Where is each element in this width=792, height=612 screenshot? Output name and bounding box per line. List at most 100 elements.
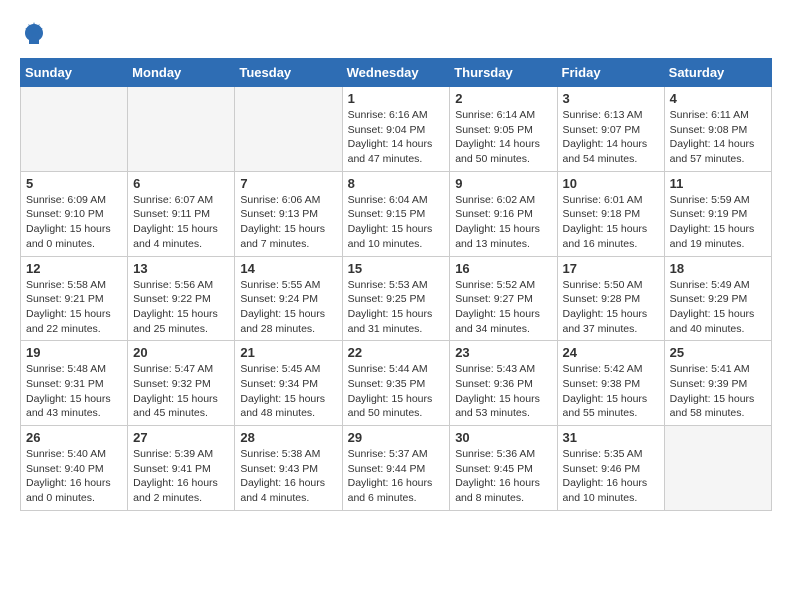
day-info: Sunrise: 5:37 AMSunset: 9:44 PMDaylight:… xyxy=(348,447,445,506)
day-cell-21: 21 Sunrise: 5:45 AMSunset: 9:34 PMDayligh… xyxy=(235,341,342,426)
week-row-2: 5 Sunrise: 6:09 AMSunset: 9:10 PMDaylight… xyxy=(21,171,772,256)
day-number: 6 xyxy=(133,176,229,191)
logo-icon xyxy=(20,20,48,48)
day-number: 17 xyxy=(563,261,659,276)
day-cell-24: 24 Sunrise: 5:42 AMSunset: 9:38 PMDayligh… xyxy=(557,341,664,426)
day-info: Sunrise: 6:16 AMSunset: 9:04 PMDaylight:… xyxy=(348,108,445,167)
day-info: Sunrise: 6:01 AMSunset: 9:18 PMDaylight:… xyxy=(563,193,659,252)
week-row-5: 26Sunrise: 5:40 AMSunset: 9:40 PMDayligh… xyxy=(21,426,772,511)
day-number: 19 xyxy=(26,345,122,360)
day-info: Sunrise: 5:43 AMSunset: 9:36 PMDaylight:… xyxy=(455,362,551,421)
day-cell-28: 28 Sunrise: 5:38 AMSunset: 9:43 PMDayligh… xyxy=(235,426,342,511)
day-info: Sunrise: 5:58 AMSunset: 9:21 PMDaylight:… xyxy=(26,278,122,337)
day-info: Sunrise: 5:49 AMSunset: 9:29 PMDaylight:… xyxy=(670,278,766,337)
day-number: 4 xyxy=(670,91,766,106)
day-cell-20: 20 Sunrise: 5:47 AMSunset: 9:32 PMDayligh… xyxy=(128,341,235,426)
weekday-header-friday: Friday xyxy=(557,59,664,87)
day-cell-31: 31 Sunrise: 5:35 AMSunset: 9:46 PMDayligh… xyxy=(557,426,664,511)
day-info: Sunrise: 6:06 AMSunset: 9:13 PMDaylight:… xyxy=(240,193,336,252)
day-info: Sunrise: 5:45 AMSunset: 9:34 PMDaylight:… xyxy=(240,362,336,421)
day-cell-14: 14 Sunrise: 5:55 AMSunset: 9:24 PMDayligh… xyxy=(235,256,342,341)
day-number: 18 xyxy=(670,261,766,276)
day-number: 30 xyxy=(455,430,551,445)
day-info: Sunrise: 5:55 AMSunset: 9:24 PMDaylight:… xyxy=(240,278,336,337)
weekday-header-saturday: Saturday xyxy=(664,59,771,87)
day-cell-29: 29 Sunrise: 5:37 AMSunset: 9:44 PMDayligh… xyxy=(342,426,450,511)
day-number: 21 xyxy=(240,345,336,360)
day-cell-5: 5 Sunrise: 6:09 AMSunset: 9:10 PMDaylight… xyxy=(21,171,128,256)
day-info: Sunrise: 5:56 AMSunset: 9:22 PMDaylight:… xyxy=(133,278,229,337)
day-info: Sunrise: 5:52 AMSunset: 9:27 PMDaylight:… xyxy=(455,278,551,337)
day-info: Sunrise: 5:36 AMSunset: 9:45 PMDaylight:… xyxy=(455,447,551,506)
day-info: Sunrise: 5:47 AMSunset: 9:32 PMDaylight:… xyxy=(133,362,229,421)
day-number: 25 xyxy=(670,345,766,360)
week-row-4: 19 Sunrise: 5:48 AMSunset: 9:31 PMDayligh… xyxy=(21,341,772,426)
day-cell-6: 6 Sunrise: 6:07 AMSunset: 9:11 PMDaylight… xyxy=(128,171,235,256)
day-cell-30: 30 Sunrise: 5:36 AMSunset: 9:45 PMDayligh… xyxy=(450,426,557,511)
page-header xyxy=(20,20,772,48)
day-number: 7 xyxy=(240,176,336,191)
day-cell-12: 12Sunrise: 5:58 AMSunset: 9:21 PMDayligh… xyxy=(21,256,128,341)
day-number: 29 xyxy=(348,430,445,445)
day-cell-25: 25 Sunrise: 5:41 AMSunset: 9:39 PMDayligh… xyxy=(664,341,771,426)
day-info: Sunrise: 6:04 AMSunset: 9:15 PMDaylight:… xyxy=(348,193,445,252)
day-cell-15: 15 Sunrise: 5:53 AMSunset: 9:25 PMDayligh… xyxy=(342,256,450,341)
day-number: 24 xyxy=(563,345,659,360)
empty-cell xyxy=(664,426,771,511)
day-info: Sunrise: 5:39 AMSunset: 9:41 PMDaylight:… xyxy=(133,447,229,506)
day-number: 31 xyxy=(563,430,659,445)
day-number: 10 xyxy=(563,176,659,191)
logo xyxy=(20,20,50,48)
weekday-header-monday: Monday xyxy=(128,59,235,87)
day-number: 3 xyxy=(563,91,659,106)
day-info: Sunrise: 5:48 AMSunset: 9:31 PMDaylight:… xyxy=(26,362,122,421)
day-number: 1 xyxy=(348,91,445,106)
day-info: Sunrise: 5:40 AMSunset: 9:40 PMDaylight:… xyxy=(26,447,122,506)
day-info: Sunrise: 5:35 AMSunset: 9:46 PMDaylight:… xyxy=(563,447,659,506)
day-info: Sunrise: 6:14 AMSunset: 9:05 PMDaylight:… xyxy=(455,108,551,167)
day-info: Sunrise: 5:42 AMSunset: 9:38 PMDaylight:… xyxy=(563,362,659,421)
week-row-1: 1 Sunrise: 6:16 AMSunset: 9:04 PMDaylight… xyxy=(21,87,772,172)
day-number: 9 xyxy=(455,176,551,191)
day-info: Sunrise: 6:09 AMSunset: 9:10 PMDaylight:… xyxy=(26,193,122,252)
day-number: 16 xyxy=(455,261,551,276)
day-cell-9: 9 Sunrise: 6:02 AMSunset: 9:16 PMDaylight… xyxy=(450,171,557,256)
day-number: 27 xyxy=(133,430,229,445)
day-number: 23 xyxy=(455,345,551,360)
day-cell-23: 23 Sunrise: 5:43 AMSunset: 9:36 PMDayligh… xyxy=(450,341,557,426)
day-info: Sunrise: 5:41 AMSunset: 9:39 PMDaylight:… xyxy=(670,362,766,421)
day-cell-8: 8 Sunrise: 6:04 AMSunset: 9:15 PMDaylight… xyxy=(342,171,450,256)
day-number: 15 xyxy=(348,261,445,276)
day-info: Sunrise: 5:53 AMSunset: 9:25 PMDaylight:… xyxy=(348,278,445,337)
day-number: 22 xyxy=(348,345,445,360)
day-number: 28 xyxy=(240,430,336,445)
day-cell-3: 3 Sunrise: 6:13 AMSunset: 9:07 PMDaylight… xyxy=(557,87,664,172)
day-info: Sunrise: 5:50 AMSunset: 9:28 PMDaylight:… xyxy=(563,278,659,337)
day-info: Sunrise: 5:38 AMSunset: 9:43 PMDaylight:… xyxy=(240,447,336,506)
day-number: 14 xyxy=(240,261,336,276)
empty-cell xyxy=(21,87,128,172)
weekday-header-thursday: Thursday xyxy=(450,59,557,87)
day-number: 13 xyxy=(133,261,229,276)
day-info: Sunrise: 5:44 AMSunset: 9:35 PMDaylight:… xyxy=(348,362,445,421)
day-cell-2: 2Sunrise: 6:14 AMSunset: 9:05 PMDaylight… xyxy=(450,87,557,172)
day-number: 11 xyxy=(670,176,766,191)
day-info: Sunrise: 6:02 AMSunset: 9:16 PMDaylight:… xyxy=(455,193,551,252)
day-cell-11: 11 Sunrise: 5:59 AMSunset: 9:19 PMDayligh… xyxy=(664,171,771,256)
day-cell-26: 26Sunrise: 5:40 AMSunset: 9:40 PMDayligh… xyxy=(21,426,128,511)
day-info: Sunrise: 6:13 AMSunset: 9:07 PMDaylight:… xyxy=(563,108,659,167)
day-info: Sunrise: 5:59 AMSunset: 9:19 PMDaylight:… xyxy=(670,193,766,252)
empty-cell xyxy=(235,87,342,172)
weekday-header-tuesday: Tuesday xyxy=(235,59,342,87)
weekday-header-sunday: Sunday xyxy=(21,59,128,87)
day-number: 8 xyxy=(348,176,445,191)
day-number: 20 xyxy=(133,345,229,360)
day-cell-22: 22 Sunrise: 5:44 AMSunset: 9:35 PMDayligh… xyxy=(342,341,450,426)
day-cell-16: 16 Sunrise: 5:52 AMSunset: 9:27 PMDayligh… xyxy=(450,256,557,341)
day-info: Sunrise: 6:07 AMSunset: 9:11 PMDaylight:… xyxy=(133,193,229,252)
day-number: 5 xyxy=(26,176,122,191)
day-cell-1: 1 Sunrise: 6:16 AMSunset: 9:04 PMDaylight… xyxy=(342,87,450,172)
day-info: Sunrise: 6:11 AMSunset: 9:08 PMDaylight:… xyxy=(670,108,766,167)
day-cell-17: 17 Sunrise: 5:50 AMSunset: 9:28 PMDayligh… xyxy=(557,256,664,341)
week-row-3: 12Sunrise: 5:58 AMSunset: 9:21 PMDayligh… xyxy=(21,256,772,341)
